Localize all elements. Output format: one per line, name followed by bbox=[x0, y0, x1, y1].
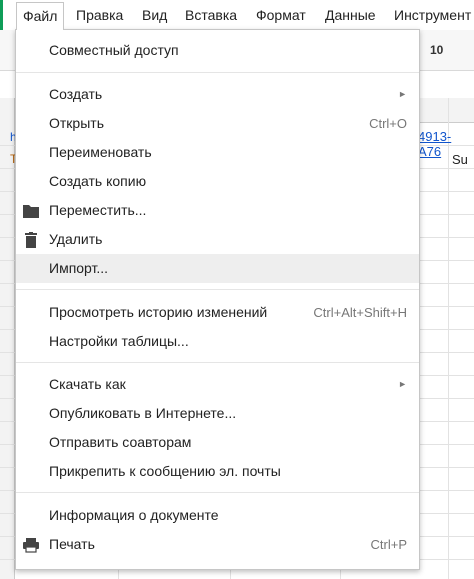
menu-item-history[interactable]: Просмотреть историю изменений Ctrl+Alt+S… bbox=[16, 298, 419, 327]
menu-item-label: Прикрепить к сообщению эл. почты bbox=[49, 463, 281, 479]
grid-line bbox=[448, 98, 449, 579]
menu-format[interactable]: Формат bbox=[256, 0, 306, 30]
menu-separator bbox=[16, 492, 419, 493]
shortcut-label: Ctrl+P bbox=[370, 537, 407, 552]
menu-tools[interactable]: Инструмент bbox=[394, 0, 471, 30]
app-accent-bar bbox=[0, 0, 3, 30]
menu-bar: Файл Правка Вид Вставка Формат Данные Ин… bbox=[0, 0, 474, 30]
menu-item-move[interactable]: Переместить... bbox=[16, 196, 419, 225]
menu-item-label: Импорт... bbox=[49, 260, 109, 276]
shortcut-label: Ctrl+O bbox=[369, 116, 407, 131]
menu-item-label: Переместить... bbox=[49, 202, 147, 218]
menu-item-label: Настройки таблицы... bbox=[49, 333, 189, 349]
menu-data[interactable]: Данные bbox=[325, 0, 376, 30]
menu-file[interactable]: Файл bbox=[16, 2, 65, 30]
cell-text[interactable]: Su bbox=[452, 152, 468, 167]
menu-separator bbox=[16, 72, 419, 73]
menu-item-import[interactable]: Импорт... bbox=[16, 254, 419, 283]
menu-separator bbox=[16, 289, 419, 290]
menu-item-email-collaborators[interactable]: Отправить соавторам bbox=[16, 428, 419, 457]
menu-item-label: Переименовать bbox=[49, 144, 152, 160]
menu-item-email-attachment[interactable]: Прикрепить к сообщению эл. почты bbox=[16, 457, 419, 486]
shortcut-label: Ctrl+Alt+Shift+H bbox=[313, 305, 407, 320]
menu-view[interactable]: Вид bbox=[142, 0, 167, 30]
menu-item-label: Создать копию bbox=[49, 173, 147, 189]
menu-item-label: Удалить bbox=[49, 231, 103, 247]
menu-item-label: Скачать как bbox=[49, 376, 126, 392]
menu-item-download[interactable]: Скачать как ► bbox=[16, 370, 419, 399]
menu-item-open[interactable]: Открыть Ctrl+O bbox=[16, 109, 419, 138]
menu-item-rename[interactable]: Переименовать bbox=[16, 138, 419, 167]
menu-item-share[interactable]: Совместный доступ bbox=[16, 36, 419, 65]
menu-item-settings[interactable]: Настройки таблицы... bbox=[16, 327, 419, 356]
menu-item-doc-info[interactable]: Информация о документе bbox=[16, 501, 419, 530]
trash-icon bbox=[25, 232, 37, 248]
menu-item-label: Создать bbox=[49, 86, 103, 102]
menu-item-label: Опубликовать в Интернете... bbox=[49, 405, 237, 421]
menu-item-publish[interactable]: Опубликовать в Интернете... bbox=[16, 399, 419, 428]
printer-icon bbox=[23, 538, 39, 553]
folder-icon bbox=[23, 205, 39, 218]
submenu-arrow-icon: ► bbox=[398, 89, 407, 99]
menu-item-print[interactable]: Печать Ctrl+P bbox=[16, 530, 419, 559]
menu-item-create[interactable]: Создать ► bbox=[16, 80, 419, 109]
menu-item-label: Отправить соавторам bbox=[49, 434, 192, 450]
menu-item-label: Печать bbox=[49, 536, 95, 552]
menu-separator bbox=[16, 362, 419, 363]
menu-item-label: Совместный доступ bbox=[49, 42, 179, 58]
menu-item-label: Просмотреть историю изменений bbox=[49, 304, 268, 320]
row-header-column bbox=[0, 98, 15, 579]
menu-edit[interactable]: Правка bbox=[76, 0, 123, 30]
menu-insert[interactable]: Вставка bbox=[185, 0, 237, 30]
menu-item-make-copy[interactable]: Создать копию bbox=[16, 167, 419, 196]
submenu-arrow-icon: ► bbox=[398, 379, 407, 389]
file-menu-dropdown: Совместный доступ Создать ► Открыть Ctrl… bbox=[15, 29, 420, 570]
menu-item-label: Открыть bbox=[49, 115, 104, 131]
menu-item-label: Информация о документе bbox=[49, 507, 219, 523]
menu-item-delete[interactable]: Удалить bbox=[16, 225, 419, 254]
font-size-selector[interactable]: 10 bbox=[430, 43, 443, 57]
